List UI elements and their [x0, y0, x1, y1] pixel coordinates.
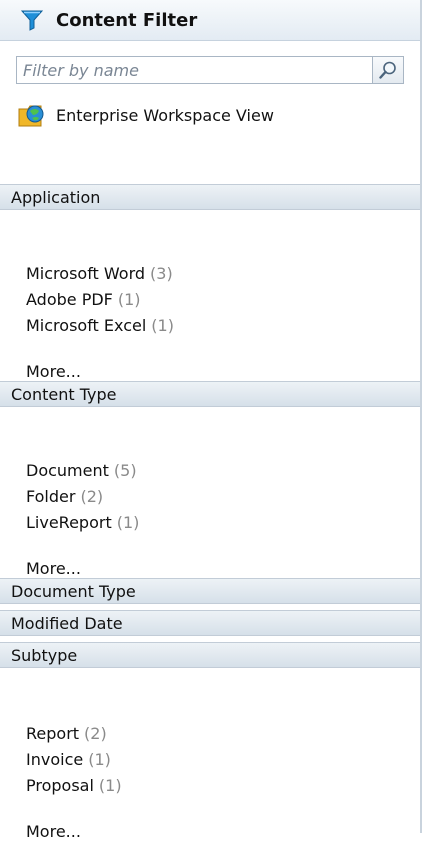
section-body-content-type: Document (5) Folder (2) LiveReport (1) M… [0, 407, 420, 581]
filter-box [16, 56, 404, 84]
workspace-folder-icon [18, 105, 44, 127]
panel-header: Content Filter [0, 0, 420, 41]
item-label: LiveReport [26, 512, 112, 532]
list-item[interactable]: Invoice (1) [26, 746, 420, 772]
item-count: (1) [88, 749, 111, 769]
section-body-application: Microsoft Word (3) Adobe PDF (1) Microso… [0, 210, 420, 384]
item-count: (1) [98, 775, 122, 795]
section-header-document-type[interactable]: Document Type [0, 578, 420, 604]
more-link-subtype[interactable]: More... [26, 818, 420, 844]
section-subtype: Subtype Report (2) Invoice (1) Proposal … [0, 642, 420, 844]
section-header-content-type[interactable]: Content Type [0, 381, 420, 407]
list-item[interactable]: Microsoft Word (3) [26, 260, 420, 286]
item-label: Microsoft Word [26, 263, 146, 283]
list-item[interactable]: Document (5) [26, 457, 420, 483]
item-count: (1) [117, 289, 141, 309]
section-application: Application Microsoft Word (3) Adobe PDF… [0, 184, 420, 384]
funnel-icon [20, 10, 44, 31]
item-label: Microsoft Excel [26, 315, 147, 335]
workspace-link[interactable]: Enterprise Workspace View [0, 84, 420, 130]
filter-row [0, 41, 420, 84]
search-button[interactable] [372, 57, 403, 83]
item-label: Folder [26, 486, 76, 506]
section-document-type: Document Type [0, 578, 420, 604]
item-count: (1) [116, 512, 140, 532]
section-header-application[interactable]: Application [0, 184, 420, 210]
section-header-subtype[interactable]: Subtype [0, 642, 420, 668]
section-modified-date: Modified Date [0, 610, 420, 636]
panel-title: Content Filter [56, 9, 198, 31]
section-content-type: Content Type Document (5) Folder (2) Liv… [0, 381, 420, 581]
item-label: Invoice [26, 749, 84, 769]
item-count: (2) [84, 723, 107, 743]
item-label: Document [26, 460, 109, 480]
content-filter-panel: Content Filter Enterprise Workspace View… [0, 0, 422, 841]
list-item[interactable]: Proposal (1) [26, 772, 420, 798]
item-count: (3) [150, 263, 173, 283]
workspace-label: Enterprise Workspace View [56, 105, 274, 125]
filter-input[interactable] [17, 57, 372, 83]
item-count: (2) [80, 486, 104, 506]
list-item[interactable]: LiveReport (1) [26, 509, 420, 535]
item-label: Adobe PDF [26, 289, 113, 309]
item-count: (5) [113, 460, 137, 480]
item-label: Proposal [26, 775, 94, 795]
section-header-modified-date[interactable]: Modified Date [0, 610, 420, 636]
item-count: (1) [151, 315, 174, 335]
list-item[interactable]: Microsoft Excel (1) [26, 312, 420, 338]
item-label: Report [26, 723, 80, 743]
list-item[interactable]: Folder (2) [26, 483, 420, 509]
list-item[interactable]: Adobe PDF (1) [26, 286, 420, 312]
list-item[interactable]: Report (2) [26, 720, 420, 746]
search-icon [379, 61, 396, 79]
section-body-subtype: Report (2) Invoice (1) Proposal (1) More… [0, 668, 420, 844]
